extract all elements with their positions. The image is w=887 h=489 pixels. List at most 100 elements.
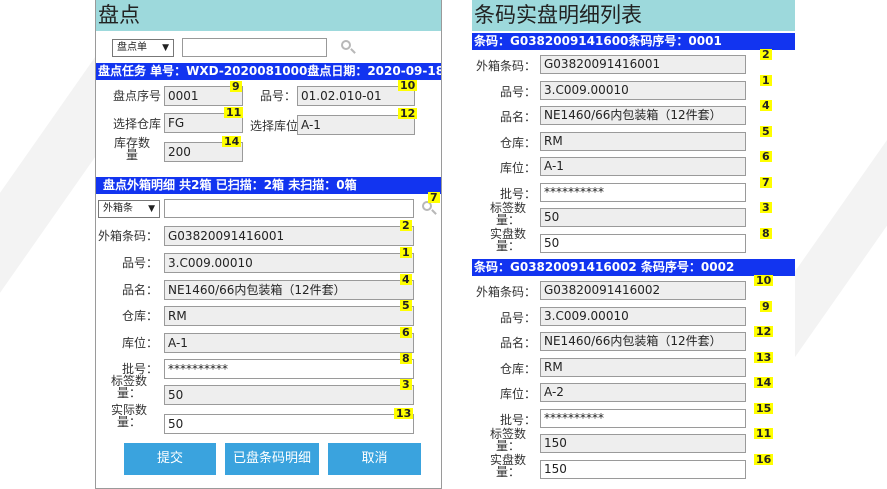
record-field-label: 仓库： <box>499 361 536 376</box>
box-field-label: 标签数量： <box>110 374 147 400</box>
badge-number: 10 <box>754 274 774 287</box>
record-header-bar: 条码：G03820091416002 条码序号：0002 <box>472 259 795 276</box>
box-field-label: 外箱条码： <box>97 229 158 243</box>
badge-number: 5 <box>400 299 412 312</box>
record-field-label: 库位： <box>499 161 536 175</box>
page-title: 盘点 <box>96 0 441 31</box>
record-field-value[interactable]: NE1460/66内包装箱（12件套） <box>540 332 746 351</box>
warehouse-label: 选择仓库 <box>112 117 161 131</box>
badge-number: 2 <box>760 48 772 61</box>
item-no-label: 品号： <box>259 89 296 103</box>
badge-number: 12 <box>754 325 774 338</box>
record-field-value[interactable]: 150 <box>540 459 746 479</box>
badge-number: 3 <box>760 201 772 214</box>
location-label: 选择库位 <box>249 119 298 133</box>
record-field-value[interactable]: A-1 <box>540 157 746 176</box>
badge-number: 11 <box>754 427 774 440</box>
box-field-value[interactable]: NE1460/66内包装箱（12件套） <box>164 280 414 300</box>
box-field-value[interactable]: 3.C009.00010 <box>164 253 414 273</box>
stock-take-panel: 盘点 盘点单 ▼ 盘点任务 单号：WXD-2020081000盘点日期：2020… <box>95 0 442 489</box>
page-title: 条码实盘明细列表 <box>472 0 795 31</box>
record-field-label: 品名： <box>499 110 536 124</box>
badge-number: 11 <box>224 106 244 119</box>
badge-number: 2 <box>400 219 412 232</box>
record-field-label: 实盘数量： <box>489 452 526 479</box>
badge-number: 8 <box>760 226 772 240</box>
badge-number: 16 <box>754 452 774 466</box>
box-type-select[interactable]: 外箱条 ▼ <box>98 200 160 218</box>
search-icon[interactable] <box>340 39 356 55</box>
box-field-value[interactable]: A-1 <box>164 333 414 353</box>
record-field-value[interactable]: 150 <box>540 434 746 453</box>
record-field-value[interactable]: 50 <box>540 208 746 227</box>
record-header-bar: 条码：G0382009141600条码序号：0001 <box>472 33 795 50</box>
stock-qty-label: 库存数量 <box>113 136 150 162</box>
box-detail-bar: 盘点外箱明细 共2箱 已扫描：2箱 未扫描：0箱 <box>96 177 441 194</box>
box-field-label: 实际数量： <box>110 403 147 429</box>
record-field-label: 库位： <box>499 387 536 401</box>
box-field-value[interactable]: 50 <box>164 385 414 405</box>
scanned-detail-button[interactable]: 已盘条码明细 <box>225 443 319 475</box>
record-field-value[interactable]: G03820091416002 <box>540 281 746 300</box>
badge-number: 4 <box>760 99 772 112</box>
box-type-select-label: 外箱条 <box>103 203 133 214</box>
record-field-value[interactable]: 3.C009.00010 <box>540 306 746 326</box>
order-search-input[interactable] <box>182 38 327 57</box>
badge-number: 6 <box>400 326 412 339</box>
box-field-value[interactable]: 50 <box>164 414 414 434</box>
record-field-label: 品名： <box>499 336 536 350</box>
box-field-label: 库位： <box>121 336 158 350</box>
badge-number: 8 <box>400 352 412 365</box>
badge-number: 9 <box>230 80 242 93</box>
record-field-value[interactable]: RM <box>540 357 746 377</box>
record-field-label: 批号： <box>499 412 536 427</box>
seq-label: 盘点序号 <box>112 89 161 103</box>
chevron-down-icon: ▼ <box>148 204 155 214</box>
record-field-label: 实盘数量： <box>489 226 526 253</box>
record-field-value[interactable]: RM <box>540 131 746 151</box>
box-field-value[interactable]: ********** <box>164 359 414 379</box>
task-info-bar: 盘点任务 单号：WXD-2020081000盘点日期：2020-09-18 <box>96 63 441 80</box>
record-field-value[interactable]: ********** <box>540 408 746 428</box>
badge-number: 6 <box>760 150 772 163</box>
box-field-label: 品名： <box>121 283 158 297</box>
record-field-label: 标签数量： <box>489 427 526 453</box>
submit-button[interactable]: 提交 <box>124 443 216 475</box>
record-field-value[interactable]: 3.C009.00010 <box>540 80 746 100</box>
box-field-label: 仓库： <box>121 309 158 323</box>
record-field-label: 品号： <box>499 84 536 99</box>
record-field-label: 外箱条码： <box>475 285 536 299</box>
badge-number: 15 <box>754 401 774 415</box>
box-search-input[interactable] <box>164 199 414 218</box>
record-field-value[interactable]: 50 <box>540 233 746 253</box>
record-field-label: 标签数量： <box>489 201 526 227</box>
box-field-label: 品号： <box>121 256 158 270</box>
badge-number: 3 <box>400 378 412 391</box>
badge-number: 14 <box>222 135 242 148</box>
order-type-select-label: 盘点单 <box>117 42 147 53</box>
badge-number: 4 <box>400 273 412 286</box>
order-type-select[interactable]: 盘点单 ▼ <box>112 39 174 57</box>
box-field-value[interactable]: RM <box>164 306 414 326</box>
record-field-value[interactable]: G03820091416001 <box>540 55 746 74</box>
badge-number: 5 <box>760 124 772 138</box>
barcode-detail-panel: 条码实盘明细列表 条码：G0382009141600条码序号：0001 外箱条码：… <box>472 0 795 489</box>
record-field-value[interactable]: A-2 <box>540 383 746 402</box>
record-field-label: 品号： <box>499 310 536 325</box>
record-field-label: 外箱条码： <box>475 59 536 73</box>
record-field-value[interactable]: NE1460/66内包装箱（12件套） <box>540 106 746 125</box>
badge-number: 9 <box>760 299 772 313</box>
badge-number: 13 <box>754 350 774 364</box>
badge-number: 13 <box>394 407 414 420</box>
record-field-value[interactable]: ********** <box>540 182 746 202</box>
badge-number: 7 <box>760 175 772 189</box>
record-field-label: 批号： <box>499 186 536 201</box>
cancel-button[interactable]: 取消 <box>328 443 421 475</box>
chevron-down-icon: ▼ <box>162 43 169 53</box>
record-field-label: 仓库： <box>499 135 536 150</box>
badge-number: 10 <box>398 79 418 92</box>
badge-number: 12 <box>398 107 418 120</box>
badge-number: 1 <box>760 73 772 87</box>
badge-number: 7 <box>428 191 440 204</box>
box-field-value[interactable]: G03820091416001 <box>164 226 414 246</box>
